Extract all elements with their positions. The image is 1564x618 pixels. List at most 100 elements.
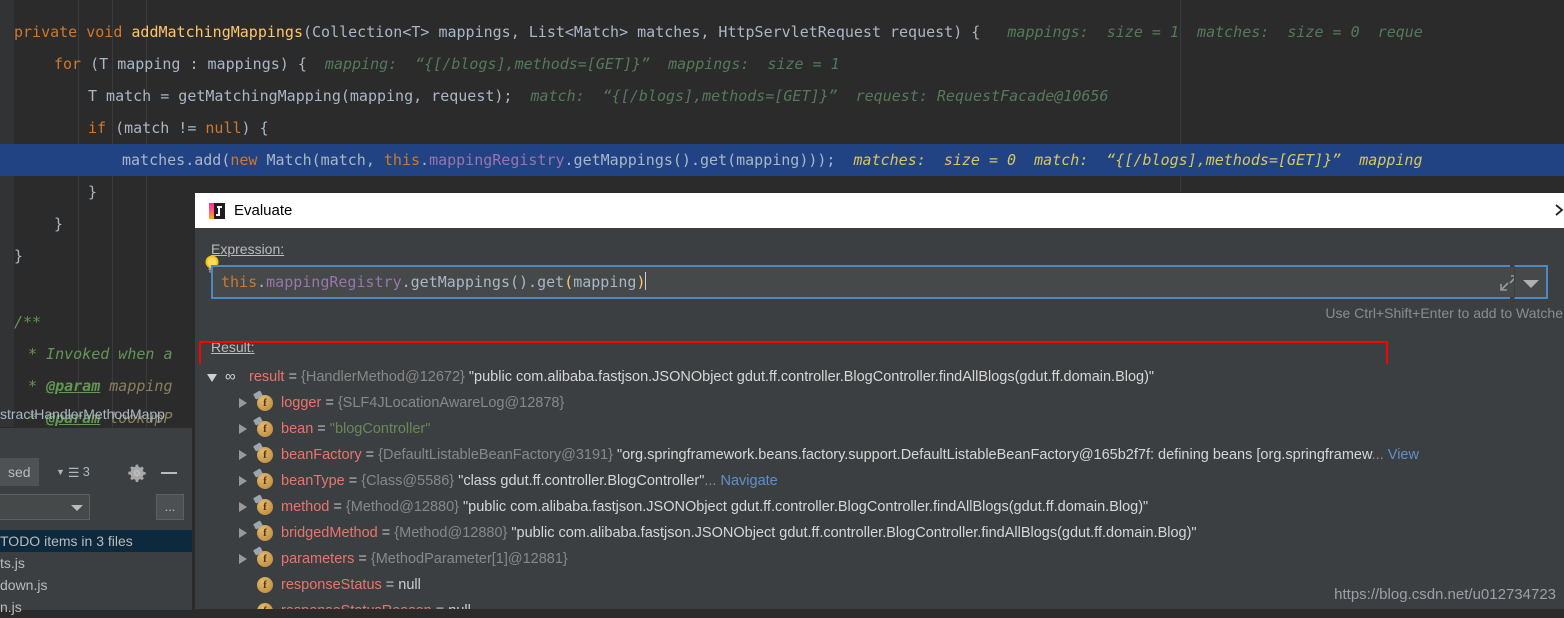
code-line[interactable]: private void addMatchingMappings(Collect…: [0, 16, 1564, 48]
field-ref: {DefaultListableBeanFactory@3191}: [378, 447, 613, 463]
table-row[interactable]: f logger = {SLF4JLocationAwareLog@12878}: [195, 390, 1564, 416]
list-item[interactable]: down.js: [0, 574, 192, 596]
field-name: beanType: [281, 473, 345, 489]
equals-sign: =: [361, 447, 379, 463]
equals-sign: =: [329, 499, 346, 515]
table-row[interactable]: f beanType = {Class@5586} "class gdut.ff.…: [195, 468, 1564, 494]
truncation-ellipsis: ...: [1371, 447, 1384, 463]
todo-summary-row[interactable]: TODO items in 3 files: [0, 530, 192, 552]
field-icon: f: [257, 499, 273, 515]
intellij-idea-icon: [209, 202, 225, 219]
equals-sign: =: [313, 421, 330, 437]
field-name: bean: [281, 421, 314, 437]
scope-combo[interactable]: ces: [0, 494, 90, 520]
chevron-right-icon[interactable]: [1551, 202, 1564, 218]
list-item[interactable]: ts.js: [0, 552, 192, 574]
minimize-icon[interactable]: [161, 472, 177, 474]
result-ref: {HandlerMethod@12672}: [301, 369, 465, 385]
chevron-down-icon[interactable]: [207, 374, 217, 382]
field-value: "class gdut.ff.controller.BlogController…: [458, 473, 705, 489]
field-icon: f: [257, 395, 273, 411]
field-name: responseStatus: [281, 577, 382, 593]
chevron-right-icon[interactable]: [239, 424, 247, 434]
result-value: "public com.alibaba.fastjson.JSONObject …: [468, 369, 1155, 385]
result-root-row[interactable]: ∞ result = {HandlerMethod@12672} "public …: [195, 364, 1564, 390]
table-row[interactable]: f parameters = {MethodParameter[1]@12881}: [195, 546, 1564, 572]
watchers-hint: Use Ctrl+Shift+Enter to add to Watche: [1325, 305, 1563, 321]
todo-summary-label: TODO items in 3 files: [0, 533, 133, 549]
equals-sign: =: [432, 603, 449, 609]
table-row[interactable]: f method = {Method@12880} "public com.ali…: [195, 494, 1564, 520]
equals-sign: =: [354, 551, 371, 567]
todo-count: 3: [82, 464, 90, 479]
field-ref: {Method@12880}: [394, 525, 508, 541]
chevron-right-icon[interactable]: [239, 450, 247, 460]
table-row[interactable]: f bridgedMethod = {Method@12880} "public …: [195, 520, 1564, 546]
field-value: "public com.alibaba.fastjson.JSONObject …: [463, 499, 1149, 515]
truncation-ellipsis: ...: [704, 473, 717, 489]
result-name: result: [249, 369, 285, 385]
expression-label-text: Expression:: [211, 241, 285, 257]
expression-label: Expression:: [211, 241, 284, 257]
field-ref: {Class@5586}: [361, 473, 455, 489]
chevron-down-icon: [71, 505, 83, 511]
code-line[interactable]: matches.add(new Match(match, this.mappin…: [0, 144, 1564, 176]
code-line[interactable]: T match = getMatchingMapping(mapping, re…: [0, 80, 1564, 112]
field-ref: {MethodParameter[1]@12881}: [370, 551, 568, 567]
equals-sign: =: [284, 369, 301, 385]
list-icon: ☰: [67, 464, 80, 480]
code-line[interactable]: if (match != null) {: [0, 112, 1564, 144]
dialog-title-bar[interactable]: Evaluate: [195, 193, 1564, 228]
code-line[interactable]: for (T mapping : mappings) { mapping: “{…: [0, 48, 1564, 80]
row-action-link[interactable]: Navigate: [721, 473, 778, 489]
field-name: method: [281, 499, 330, 515]
field-icon: f: [257, 525, 273, 541]
chevron-right-icon[interactable]: [239, 528, 247, 538]
field-name: parameters: [281, 551, 355, 567]
field-icon: f: [257, 577, 273, 593]
chevron-right-icon[interactable]: [239, 398, 247, 408]
field-name: bridgedMethod: [281, 525, 378, 541]
row-action-link[interactable]: View: [1388, 447, 1419, 463]
chevron-down-small-icon: ▼: [56, 467, 65, 477]
equals-sign: =: [321, 395, 338, 411]
todo-count-group[interactable]: ▼ ☰ 3: [56, 458, 90, 486]
field-name: logger: [281, 395, 322, 411]
field-name: beanFactory: [281, 447, 362, 463]
field-ref: {Method@12880}: [345, 499, 459, 515]
result-label-text: Result:: [211, 339, 255, 355]
field-icon: f: [257, 447, 273, 463]
chevron-right-icon[interactable]: [239, 502, 247, 512]
gear-icon[interactable]: [128, 464, 146, 482]
field-value: "public com.alibaba.fastjson.JSONObject …: [511, 525, 1197, 541]
watermark: https://blog.csdn.net/u012734723: [1334, 586, 1556, 603]
expression-history-dropdown[interactable]: [1514, 265, 1548, 299]
field-icon: f: [257, 421, 273, 437]
evaluate-dialog[interactable]: Evaluate Expression: this.mappingRegistr…: [195, 193, 1564, 609]
equals-sign: =: [344, 473, 362, 489]
field-icon: f: [257, 551, 273, 567]
expression-input-value: this.mappingRegistry.getMappings().get(m…: [221, 272, 647, 291]
chevron-down-icon: [1523, 280, 1539, 288]
list-item[interactable]: n.js: [0, 596, 192, 618]
chevron-right-icon[interactable]: [239, 554, 247, 564]
expression-input[interactable]: this.mappingRegistry.getMappings().get(m…: [211, 265, 1510, 299]
field-name: responseStatusReason: [281, 603, 432, 609]
field-icon: f: [257, 603, 273, 609]
field-icon: f: [257, 473, 273, 489]
field-ref: {SLF4JLocationAwareLog@12878}: [337, 395, 565, 411]
text-caret: [645, 272, 647, 290]
left-tool-window[interactable]: stractHandlerMethodMapp sed ▼ ☰ 3 ces ..…: [0, 406, 192, 615]
result-tree[interactable]: ∞ result = {HandlerMethod@12672} "public …: [195, 364, 1564, 609]
field-value: null: [448, 603, 471, 609]
chevron-right-icon[interactable]: [239, 476, 247, 486]
result-label: Result:: [211, 339, 255, 355]
equals-sign: =: [377, 525, 395, 541]
more-options-button[interactable]: ...: [156, 494, 184, 520]
tool-window-tab[interactable]: sed: [0, 458, 39, 486]
infinity-icon: ∞: [225, 368, 236, 385]
table-row[interactable]: f bean = "blogController": [195, 416, 1564, 442]
editor-file-tab[interactable]: stractHandlerMethodMapp: [0, 406, 165, 428]
field-value: "blogController": [329, 421, 431, 437]
table-row[interactable]: f beanFactory = {DefaultListableBeanFacto…: [195, 442, 1564, 468]
